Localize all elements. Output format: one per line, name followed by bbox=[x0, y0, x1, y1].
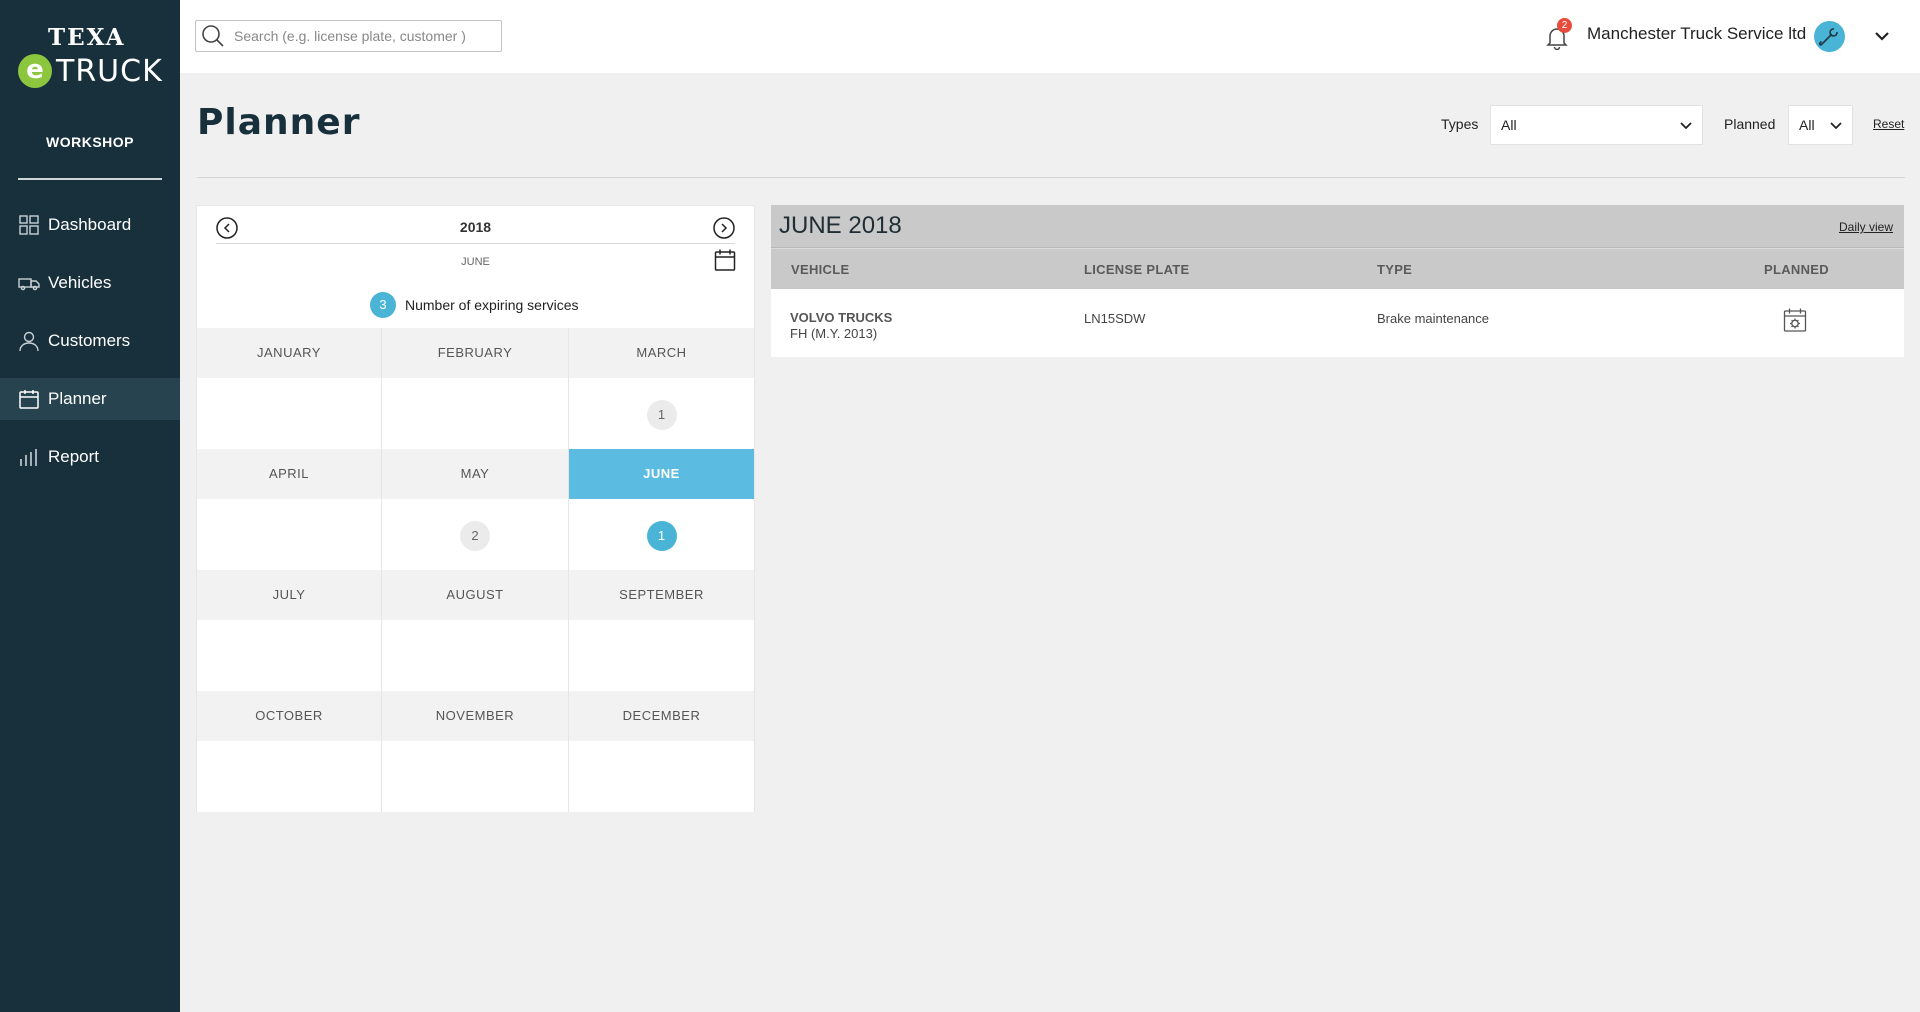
month-june[interactable]: JUNE bbox=[569, 449, 754, 499]
types-select-value: All bbox=[1501, 117, 1517, 133]
vehicle-model: FH (M.Y. 2013) bbox=[790, 326, 878, 341]
month-february[interactable]: FEBRUARY bbox=[382, 328, 569, 378]
bar-chart-icon bbox=[20, 449, 37, 466]
month-august[interactable]: AUGUST bbox=[382, 570, 569, 620]
panel-title: JUNE 2018 bbox=[779, 212, 902, 239]
column-header-license-plate[interactable]: LICENSE PLATE bbox=[1084, 262, 1190, 277]
month-cell-december[interactable] bbox=[569, 741, 754, 812]
panel-header: JUNE 2018 Daily view bbox=[771, 205, 1904, 248]
month-september[interactable]: SEPTEMBER bbox=[569, 570, 754, 620]
months-grid: JANUARY FEBRUARY MARCH 1 APRIL MAY JUNE … bbox=[197, 328, 754, 812]
sidebar-item-label: Planner bbox=[48, 389, 107, 408]
planned-label: Planned bbox=[1724, 116, 1776, 132]
chevron-down-icon bbox=[1680, 122, 1692, 130]
month-cell-july[interactable] bbox=[197, 620, 382, 691]
texa-etruck-logo[interactable]: TEXA e TRUCK bbox=[18, 22, 168, 92]
truck-icon bbox=[18, 278, 40, 291]
legend-text: Number of expiring services bbox=[405, 297, 579, 313]
types-select[interactable]: All bbox=[1490, 105, 1703, 145]
month-cell-october[interactable] bbox=[197, 741, 382, 812]
month-november[interactable]: NOVEMBER bbox=[382, 691, 569, 741]
company-name[interactable]: Manchester Truck Service ltd bbox=[1587, 24, 1806, 44]
month-services-panel: JUNE 2018 Daily view VEHICLE LICENSE PLA… bbox=[771, 205, 1904, 357]
service-type: Brake maintenance bbox=[1377, 311, 1490, 326]
vehicle-make: VOLVO TRUCKS bbox=[790, 310, 893, 325]
search-icon bbox=[202, 25, 224, 47]
month-cell-april[interactable] bbox=[197, 499, 382, 570]
month-count-badge[interactable]: 1 bbox=[646, 400, 677, 430]
calendar-icon bbox=[19, 390, 39, 409]
month-april[interactable]: APRIL bbox=[197, 449, 382, 499]
search-box bbox=[195, 20, 502, 52]
calendar-header-divider bbox=[216, 243, 735, 244]
sidebar-divider bbox=[18, 178, 162, 180]
sidebar-item-label: Dashboard bbox=[48, 215, 132, 234]
sidebar-item-dashboard[interactable]: Dashboard bbox=[0, 204, 180, 246]
month-october[interactable]: OCTOBER bbox=[197, 691, 382, 741]
month-cell-august[interactable] bbox=[382, 620, 569, 691]
calendar-selected-month: JUNE bbox=[461, 256, 490, 268]
calendar-header: 2018 JUNE 3 Number of expiring services bbox=[197, 206, 754, 328]
sidebar-item-customers[interactable]: Customers bbox=[0, 320, 180, 362]
sidebar-item-vehicles[interactable]: Vehicles bbox=[0, 262, 180, 304]
chevron-down-icon bbox=[1830, 122, 1842, 130]
column-header-type[interactable]: TYPE bbox=[1377, 262, 1412, 277]
month-cell-may[interactable]: 2 bbox=[382, 499, 569, 570]
month-count-badge[interactable]: 2 bbox=[460, 521, 490, 551]
logo-truck-text: TRUCK bbox=[56, 54, 163, 89]
sidebar-item-label: Customers bbox=[48, 331, 131, 350]
page-title: Planner bbox=[197, 102, 361, 143]
month-count-badge[interactable]: 1 bbox=[646, 521, 677, 551]
avatar[interactable] bbox=[1814, 21, 1845, 52]
month-march[interactable]: MARCH bbox=[569, 328, 754, 378]
calendar-icon[interactable] bbox=[714, 248, 736, 272]
sidebar-item-report[interactable]: Report bbox=[0, 436, 180, 478]
sidebar-item-label: Report bbox=[48, 447, 100, 466]
grid-icon bbox=[19, 215, 39, 235]
calendar-legend: 3 Number of expiring services bbox=[370, 292, 579, 318]
month-cell-march[interactable]: 1 bbox=[569, 378, 754, 449]
sidebar-nav: Dashboard Vehicles Customers Planner Rep… bbox=[0, 204, 180, 494]
month-cell-january[interactable] bbox=[197, 378, 382, 449]
table-header: VEHICLE LICENSE PLATE TYPE PLANNED bbox=[771, 248, 1904, 289]
sidebar-item-planner[interactable]: Planner bbox=[0, 378, 180, 420]
user-icon bbox=[19, 331, 39, 352]
types-label: Types bbox=[1441, 116, 1479, 132]
month-may[interactable]: MAY bbox=[382, 449, 569, 499]
logo-texa-text: TEXA bbox=[48, 24, 126, 51]
sidebar-section-title: WORKSHOP bbox=[46, 134, 134, 150]
month-december[interactable]: DECEMBER bbox=[569, 691, 754, 741]
sidebar-item-label: Vehicles bbox=[48, 273, 112, 292]
daily-view-link[interactable]: Daily view bbox=[1839, 220, 1893, 234]
notification-badge: 2 bbox=[1557, 18, 1572, 33]
search-input[interactable] bbox=[234, 26, 494, 46]
reset-link[interactable]: Reset bbox=[1873, 117, 1904, 131]
header-divider bbox=[197, 177, 1905, 178]
license-plate: LN15SDW bbox=[1084, 311, 1146, 326]
calendar-year: 2018 bbox=[459, 219, 492, 235]
top-bar: 2 Manchester Truck Service ltd bbox=[180, 0, 1920, 73]
month-july[interactable]: JULY bbox=[197, 570, 382, 620]
sidebar: TEXA e TRUCK WORKSHOP Dashboard Vehicles… bbox=[0, 0, 180, 1012]
planned-select-value: All bbox=[1799, 117, 1815, 133]
month-cell-february[interactable] bbox=[382, 378, 569, 449]
planned-select[interactable]: All bbox=[1788, 105, 1853, 145]
month-cell-november[interactable] bbox=[382, 741, 569, 812]
next-year-icon[interactable] bbox=[713, 217, 735, 239]
wrench-icon bbox=[1818, 28, 1838, 46]
column-header-planned[interactable]: PLANNED bbox=[1764, 262, 1829, 277]
legend-count-dot: 3 bbox=[370, 292, 396, 318]
month-january[interactable]: JANUARY bbox=[197, 328, 382, 378]
column-header-vehicle[interactable]: VEHICLE bbox=[791, 262, 849, 277]
chevron-down-icon[interactable] bbox=[1872, 26, 1892, 46]
year-calendar: 2018 JUNE 3 Number of expiring services … bbox=[196, 205, 755, 812]
calendar-gear-icon[interactable] bbox=[1783, 307, 1807, 333]
table-row[interactable]: VOLVO TRUCKS FH (M.Y. 2013) LN15SDW Brak… bbox=[771, 289, 1904, 357]
month-cell-september[interactable] bbox=[569, 620, 754, 691]
logo-e-mark: e bbox=[18, 54, 52, 88]
month-cell-june[interactable]: 1 bbox=[569, 499, 754, 570]
